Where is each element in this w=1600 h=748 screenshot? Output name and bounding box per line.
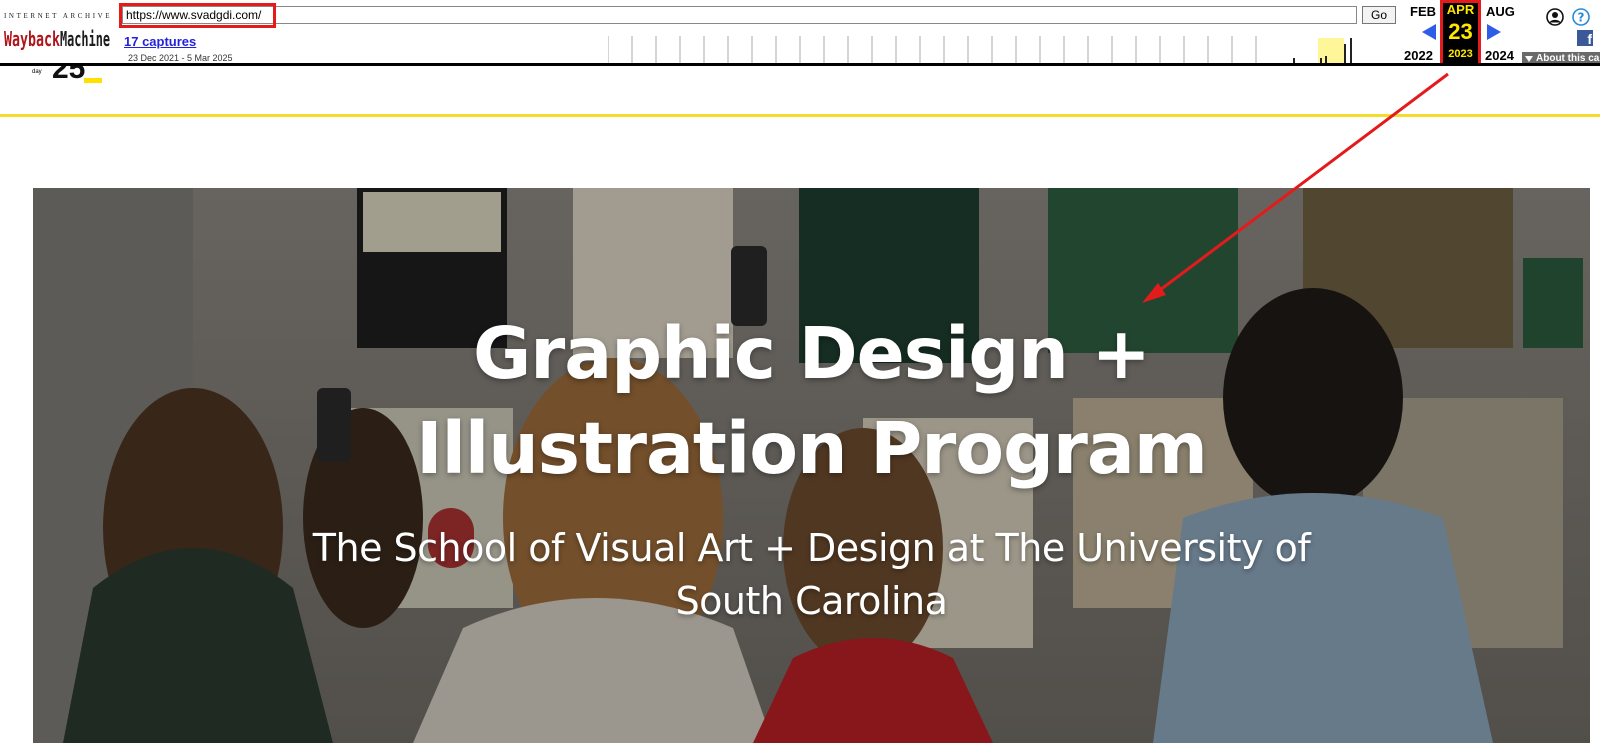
hero-subtitle-line-2: South Carolina bbox=[675, 579, 948, 623]
wayback-toolbar: INTERNET ARCHIVE Wayback Machine Go 17 c… bbox=[0, 0, 1600, 66]
header-rule bbox=[0, 114, 1600, 117]
captures-link[interactable]: 17 captures bbox=[124, 34, 196, 49]
wayback-url-input[interactable] bbox=[122, 6, 1357, 24]
svg-text:Machine: Machine bbox=[60, 27, 110, 51]
next-month-label[interactable]: AUG bbox=[1486, 4, 1515, 19]
next-year-label[interactable]: 2024 bbox=[1485, 48, 1514, 63]
svg-text:Wayback: Wayback bbox=[4, 27, 60, 51]
facebook-icon[interactable]: f bbox=[1577, 30, 1593, 47]
user-icon[interactable] bbox=[1546, 8, 1564, 26]
hero-title-line-1: Graphic Design + bbox=[473, 312, 1151, 395]
hero-title: Graphic Design + Illustration Program bbox=[33, 306, 1590, 496]
site-logo[interactable]: day 25 bbox=[30, 66, 102, 86]
svg-text:?: ? bbox=[1578, 11, 1585, 25]
internet-archive-label: INTERNET ARCHIVE bbox=[4, 12, 113, 20]
current-capture-highlight-box bbox=[1440, 0, 1481, 63]
prev-arrow-icon[interactable] bbox=[1422, 24, 1436, 40]
go-button[interactable]: Go bbox=[1362, 6, 1396, 24]
next-arrow-icon[interactable] bbox=[1487, 24, 1501, 40]
hero-banner: Graphic Design + Illustration Program Th… bbox=[33, 188, 1590, 743]
wayback-machine-logo[interactable]: Wayback Machine bbox=[4, 24, 110, 54]
hero-subtitle: The School of Visual Art + Design at The… bbox=[33, 522, 1590, 628]
site-logo-day: day bbox=[32, 69, 42, 75]
capture-sparkline[interactable] bbox=[608, 36, 1388, 64]
site-logo-accent bbox=[84, 78, 102, 83]
help-icon[interactable]: ? bbox=[1572, 8, 1590, 26]
about-capture-toggle[interactable]: About this capture bbox=[1522, 52, 1600, 63]
site-logo-number: 25 bbox=[52, 66, 86, 85]
prev-year-label[interactable]: 2022 bbox=[1404, 48, 1433, 63]
prev-month-label[interactable]: FEB bbox=[1410, 4, 1436, 19]
hero-subtitle-line-1: The School of Visual Art + Design at The… bbox=[312, 526, 1311, 570]
hero-title-line-2: Illustration Program bbox=[416, 407, 1208, 490]
capture-date-range: 23 Dec 2021 - 5 Mar 2025 bbox=[128, 53, 233, 63]
